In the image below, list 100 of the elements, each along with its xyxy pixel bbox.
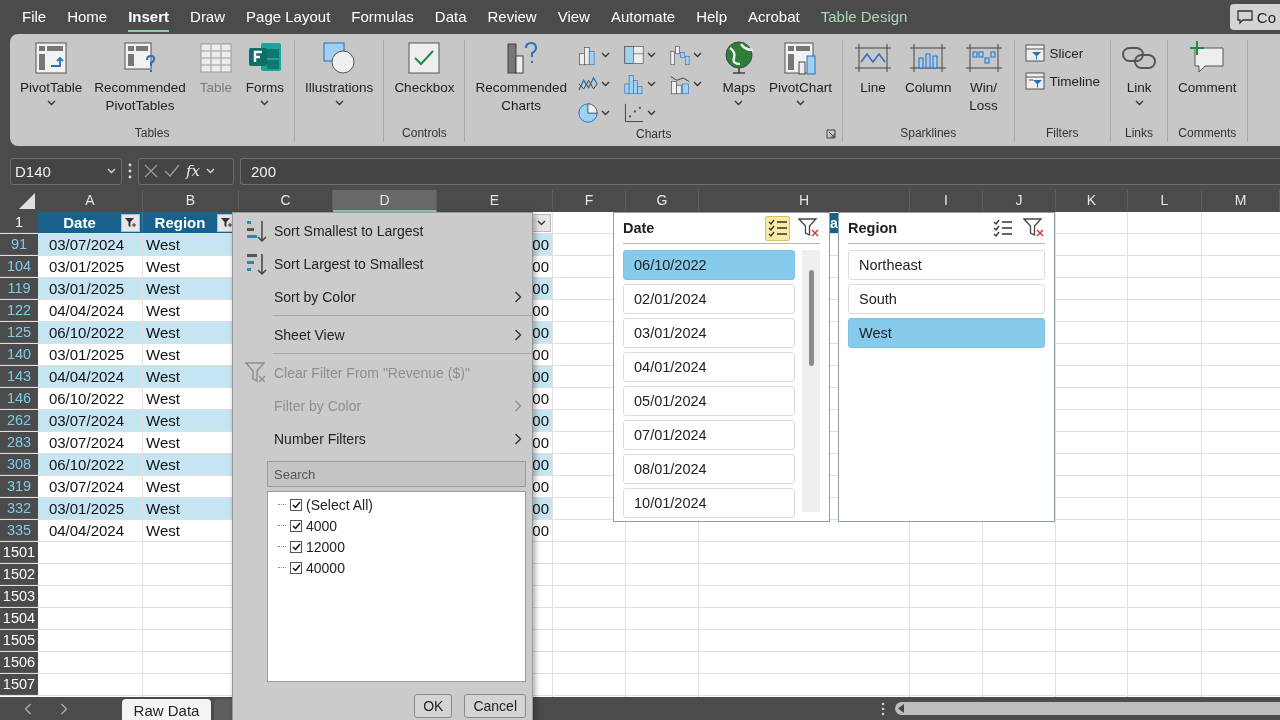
menu-tab[interactable]: Home [67, 2, 108, 32]
checkbox[interactable] [290, 540, 302, 553]
chevron-icon [514, 328, 522, 341]
sheet-tab[interactable]: Raw Data [122, 699, 211, 720]
checkbox[interactable] [290, 519, 302, 532]
ribbon-button[interactable]: Slicer [1020, 42, 1105, 64]
caret-icon [646, 80, 656, 87]
menu-tab[interactable]: Formulas [351, 2, 414, 32]
menu-tab[interactable]: Page Layout [246, 2, 331, 32]
menu-tab[interactable]: Acrobat [748, 2, 800, 32]
slicer-item[interactable]: Northeast [848, 250, 1045, 280]
ribbon-button[interactable]: Recommended Charts [471, 40, 571, 115]
scatter-chart-icon [622, 101, 645, 124]
clear-filter-icon [1023, 218, 1045, 238]
comments-button[interactable]: Co [1229, 4, 1280, 30]
select-all-icon[interactable] [19, 193, 35, 209]
chevron-icon [514, 290, 522, 303]
slicer-item[interactable]: 07/01/2024 [623, 420, 795, 450]
group-label: Comments [1178, 126, 1237, 140]
slicer-item[interactable]: 03/01/2024 [623, 318, 795, 348]
ribbon-button[interactable]: PivotChart [764, 40, 836, 106]
scroll-left-icon[interactable] [898, 704, 905, 713]
menu-tab[interactable]: Data [434, 2, 467, 32]
dialog-button[interactable]: OK [414, 694, 453, 718]
menu-tab[interactable]: Insert [128, 2, 170, 32]
ribbon-button[interactable]: Comment [1174, 40, 1241, 97]
group-label: Controls [402, 126, 447, 140]
dialog-launcher-icon[interactable] [826, 129, 836, 139]
row-number: 1501 [0, 542, 38, 563]
multi-select-button[interactable] [765, 215, 790, 241]
menu-tab[interactable]: View [557, 2, 590, 32]
row-number: 1506 [0, 652, 38, 673]
ribbon-button[interactable]: Illustrations [301, 40, 378, 106]
pie-chart-icon [576, 101, 599, 124]
row-number: 308 [0, 454, 38, 475]
ribbon-button[interactable]: Recommended PivotTables [90, 40, 190, 115]
checkbox[interactable] [290, 498, 302, 511]
enter-check-icon[interactable] [164, 164, 180, 178]
table-cell: 04/04/2024 [38, 366, 143, 387]
slicer-item[interactable]: 06/10/2022 [623, 250, 795, 280]
previous-sheet-icon[interactable] [24, 702, 32, 715]
filter-value-label[interactable]: 4000 [306, 517, 338, 534]
menu-tab[interactable]: Review [487, 2, 537, 32]
waterfall-chart-icon [668, 43, 691, 66]
row-number: 143 [0, 366, 38, 387]
insert-function-button[interactable]: fx [186, 162, 200, 180]
checkmark-icon [291, 500, 301, 509]
group-label: Sparklines [900, 126, 957, 140]
filter-value-label[interactable]: (Select All) [306, 496, 373, 513]
dialog-button[interactable]: Cancel [464, 694, 526, 718]
group-label: Filters [1045, 126, 1079, 140]
menu-tab[interactable]: Help [696, 2, 728, 32]
ribbon-button[interactable]: Maps [716, 40, 761, 106]
ribbon-button[interactable]: Checkbox [390, 40, 459, 97]
ribbon-button[interactable]: Column [901, 40, 956, 97]
menu-tab[interactable]: Draw [190, 2, 226, 32]
caret-icon [600, 109, 610, 116]
row-number: 1505 [0, 630, 38, 651]
slicer-item[interactable]: 04/01/2024 [623, 352, 795, 382]
slicer-item[interactable]: 05/01/2024 [623, 386, 795, 416]
multi-select-icon [992, 219, 1013, 237]
slicer-item[interactable]: 02/01/2024 [623, 284, 795, 314]
multi-select-icon [767, 219, 788, 237]
menu-tab[interactable]: Automate [610, 2, 676, 32]
slicer-item[interactable]: 08/01/2024 [623, 454, 795, 484]
clear-filter-icon [798, 218, 820, 238]
slicer-item[interactable]: South [848, 284, 1045, 314]
filter-button[interactable] [121, 213, 140, 232]
cancel-icon[interactable] [144, 164, 158, 178]
name-box[interactable]: D140 [10, 157, 122, 185]
slicer-item[interactable]: West [848, 318, 1045, 348]
formula-input[interactable]: 200 [240, 157, 1280, 185]
row-number: 1502 [0, 564, 38, 585]
ribbon-button[interactable]: Forms [241, 40, 289, 106]
search-field[interactable]: Search [267, 461, 526, 487]
horizontal-scrollbar[interactable] [895, 702, 1280, 715]
filter-funnel-icon [220, 216, 233, 229]
ribbon-button[interactable]: Win/ Loss [959, 40, 1008, 115]
ribbon-button[interactable]: PivotTable [16, 40, 87, 106]
caret-icon [600, 80, 610, 87]
ribbon-button[interactable]: Link [1117, 40, 1162, 106]
group-label: Links [1125, 126, 1154, 140]
vertical-scrollbar[interactable] [802, 250, 820, 512]
treemap-chart-icon [622, 43, 645, 66]
group-label: Charts [636, 127, 672, 141]
column-letter[interactable]: D [333, 190, 437, 212]
caret-icon [260, 100, 270, 106]
menu-tab[interactable]: File [22, 2, 47, 32]
filter-value-label[interactable]: 40000 [306, 559, 345, 576]
filter-value-label[interactable]: 12000 [306, 538, 345, 555]
slicer-item[interactable]: 10/01/2024 [623, 488, 795, 518]
menu-tab[interactable]: Table Design [820, 2, 908, 32]
caret-icon [600, 51, 610, 58]
next-sheet-icon[interactable] [60, 702, 68, 715]
ribbon-button[interactable]: Line [849, 40, 897, 97]
table-cell: 03/07/2024 [38, 410, 143, 431]
row-number: 332 [0, 498, 38, 519]
checkbox[interactable] [290, 561, 302, 574]
ribbon-button[interactable]: Timeline [1020, 70, 1105, 92]
shapes-icon [321, 40, 358, 76]
